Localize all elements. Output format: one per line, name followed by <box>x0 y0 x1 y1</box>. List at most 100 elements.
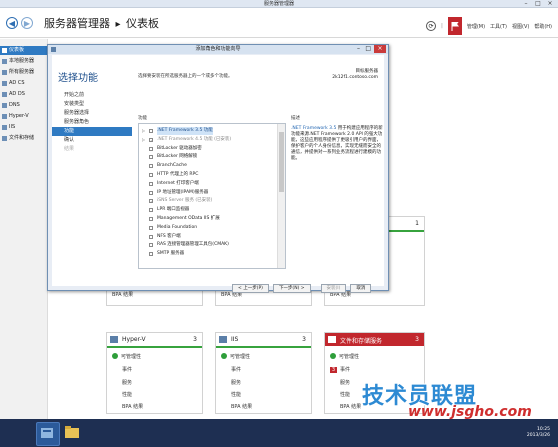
tile-hyper-v[interactable]: Hyper-V 3 可管理性 事件 服务 性能 BPA 结果 <box>106 332 203 414</box>
feature-item[interactable]: SMTP 服务器 <box>139 250 277 258</box>
description-link[interactable]: .NET Framework 3.5 <box>291 126 336 131</box>
step-confirmation[interactable]: 确认 <box>52 136 132 145</box>
nav-item-local-server[interactable]: 本地服务器 <box>0 57 48 66</box>
feature-checkbox[interactable] <box>149 243 153 248</box>
feature-checkbox[interactable] <box>149 252 153 257</box>
feature-checkbox[interactable] <box>149 181 153 186</box>
feature-item[interactable]: BitLocker 驱动器加密 <box>139 145 277 153</box>
menu-manage[interactable]: 管理(M) <box>467 23 485 30</box>
start-button[interactable] <box>0 419 20 447</box>
nav-item-ad-cs[interactable]: AD CS <box>0 79 48 88</box>
nav-item-ad-ds[interactable]: AD DS <box>0 90 48 99</box>
feature-checkbox[interactable] <box>149 217 153 221</box>
step-installation-type[interactable]: 安装类型 <box>52 100 132 109</box>
feature-checkbox[interactable] <box>149 225 153 230</box>
step-server-roles[interactable]: 服务器角色 <box>52 118 132 127</box>
nav-item-iis[interactable]: IIS <box>0 123 48 132</box>
feature-item[interactable]: Internet 打印客户端 <box>139 180 277 188</box>
feature-checkbox[interactable] <box>149 173 153 177</box>
tile-row-bpa[interactable]: BPA 结果 <box>231 403 252 410</box>
expand-arrow-icon[interactable]: ▷ <box>142 127 145 135</box>
dialog-titlebar[interactable]: 添加角色和功能向导 – □ × <box>48 45 388 54</box>
nav-item-file-storage[interactable]: 文件和存储 <box>0 134 48 143</box>
notifications-flag-icon[interactable] <box>447 17 462 35</box>
feature-item[interactable]: ✓ iSNS Server 服务 (已安装) <box>139 197 277 205</box>
menu-view[interactable]: 视图(V) <box>512 23 529 30</box>
tile-row-services[interactable]: 服务 <box>231 379 241 386</box>
feature-label: Internet 打印客户端 <box>157 180 199 186</box>
previous-button[interactable]: < 上一步(P) <box>232 284 269 293</box>
step-before-you-begin[interactable]: 开始之前 <box>52 91 132 100</box>
feature-checkbox[interactable] <box>149 146 153 151</box>
minimize-icon[interactable]: – <box>357 45 360 53</box>
expand-arrow-icon[interactable]: ▷ <box>142 136 145 144</box>
menu-help[interactable]: 帮助(H) <box>534 23 552 30</box>
instruction-text: 选择要安装在所选服务器上的一个或多个功能。 <box>138 74 233 79</box>
refresh-icon[interactable]: ⟳ <box>426 21 437 31</box>
feature-checkbox[interactable] <box>149 164 153 169</box>
nav-item-dashboard[interactable]: 仪表板 <box>0 46 48 55</box>
tile-row-performance[interactable]: 性能 <box>340 391 350 398</box>
feature-item[interactable]: Media Foundation <box>139 224 277 232</box>
ok-status-icon <box>330 353 336 359</box>
feature-checkbox[interactable] <box>149 129 153 133</box>
breadcrumb-app[interactable]: 服务器管理器 <box>44 17 110 30</box>
dialog-close-button[interactable]: × <box>374 45 386 53</box>
feature-checkbox[interactable] <box>149 190 153 195</box>
feature-checkbox[interactable] <box>149 155 153 160</box>
nav-item-hyper-v[interactable]: Hyper-V <box>0 112 48 121</box>
file-explorer-taskbar-icon[interactable] <box>62 422 84 444</box>
description-text: .NET Framework 3.5 用于构建应用程序的新功能来源.NET Fr… <box>291 126 383 161</box>
tile-row-services[interactable]: 服务 <box>340 379 350 386</box>
cancel-button[interactable]: 取消 <box>350 284 372 293</box>
feature-item[interactable]: IP 地址管理(IPAM)服务器 <box>139 189 277 197</box>
feature-item[interactable]: ▷ .NET Framework 3.5 功能 <box>139 127 277 135</box>
feature-checkbox[interactable]: ✓ <box>149 137 153 142</box>
tile-row[interactable]: BPA 结果 <box>112 291 133 298</box>
next-button[interactable]: 下一步(N) > <box>272 284 311 293</box>
feature-item[interactable]: RAS 连接管理器管理工具包(CMAK) <box>139 241 277 249</box>
minimize-icon[interactable]: – <box>520 0 532 8</box>
tile-row-events[interactable]: 事件 <box>122 366 132 373</box>
back-arrow-icon[interactable]: ◀ <box>6 17 18 29</box>
maximize-icon[interactable]: □ <box>532 0 544 8</box>
feature-item[interactable]: NFS 客户端 <box>139 233 277 241</box>
feature-item[interactable]: Management OData IIS 扩展 <box>139 215 277 223</box>
server-manager-taskbar-icon[interactable] <box>36 422 60 446</box>
feature-list-scrollbar[interactable] <box>277 124 285 268</box>
feature-checkbox[interactable]: ✓ <box>149 199 153 204</box>
maximize-icon[interactable]: □ <box>365 45 371 53</box>
feature-list[interactable]: ▷ .NET Framework 3.5 功能 ▷ ✓ .NET Framework 4… <box>138 123 286 269</box>
feature-label: .NET Framework 4.5 功能 (已安装) <box>157 136 232 142</box>
feature-checkbox[interactable] <box>149 234 153 239</box>
nav-item-all-servers[interactable]: 所有服务器 <box>0 68 48 77</box>
feature-checkbox[interactable] <box>149 208 153 213</box>
tile-row-events[interactable]: 事件 <box>231 366 241 373</box>
menu-tools[interactable]: 工具(T) <box>490 23 507 30</box>
close-icon[interactable]: × <box>544 0 556 8</box>
feature-item[interactable]: HTTP 代理上的 RPC <box>139 171 277 179</box>
window-title: 服务器管理器 <box>263 1 294 7</box>
tile-row-bpa[interactable]: BPA 结果 <box>122 403 143 410</box>
nav-item-dns[interactable]: DNS <box>0 101 48 110</box>
feature-item[interactable]: ▷ ✓ .NET Framework 4.5 功能 (已安装) <box>139 136 277 144</box>
server-icon <box>2 59 7 64</box>
tile-row-manageability[interactable]: 可管理性 <box>221 353 250 360</box>
feature-item[interactable]: BranchCache <box>139 162 277 170</box>
tile-row-manageability[interactable]: 可管理性 <box>330 353 359 360</box>
tile-row-performance[interactable]: 性能 <box>231 391 241 398</box>
feature-item[interactable]: BitLocker 网络解锁 <box>139 153 277 161</box>
feature-label: RAS 连接管理器管理工具包(CMAK) <box>157 242 229 248</box>
tile-iis[interactable]: IIS 3 可管理性 事件 服务 性能 BPA 结果 <box>215 332 312 414</box>
tile-row-performance[interactable]: 性能 <box>122 391 132 398</box>
tile-row-services[interactable]: 服务 <box>122 379 132 386</box>
tile-row-bpa[interactable]: BPA 结果 <box>340 403 361 410</box>
forward-arrow-icon[interactable]: ▶ <box>21 17 33 29</box>
scrollbar-thumb[interactable] <box>279 132 284 192</box>
taskbar-clock[interactable]: 10:25 2013/3/26 <box>527 427 550 439</box>
tile-row-events[interactable]: 3 事件 <box>330 366 350 373</box>
step-server-selection[interactable]: 服务器选择 <box>52 109 132 118</box>
step-features[interactable]: 功能 <box>52 127 132 136</box>
feature-item[interactable]: LPR 端口监视器 <box>139 206 277 214</box>
tile-row-manageability[interactable]: 可管理性 <box>112 353 141 360</box>
